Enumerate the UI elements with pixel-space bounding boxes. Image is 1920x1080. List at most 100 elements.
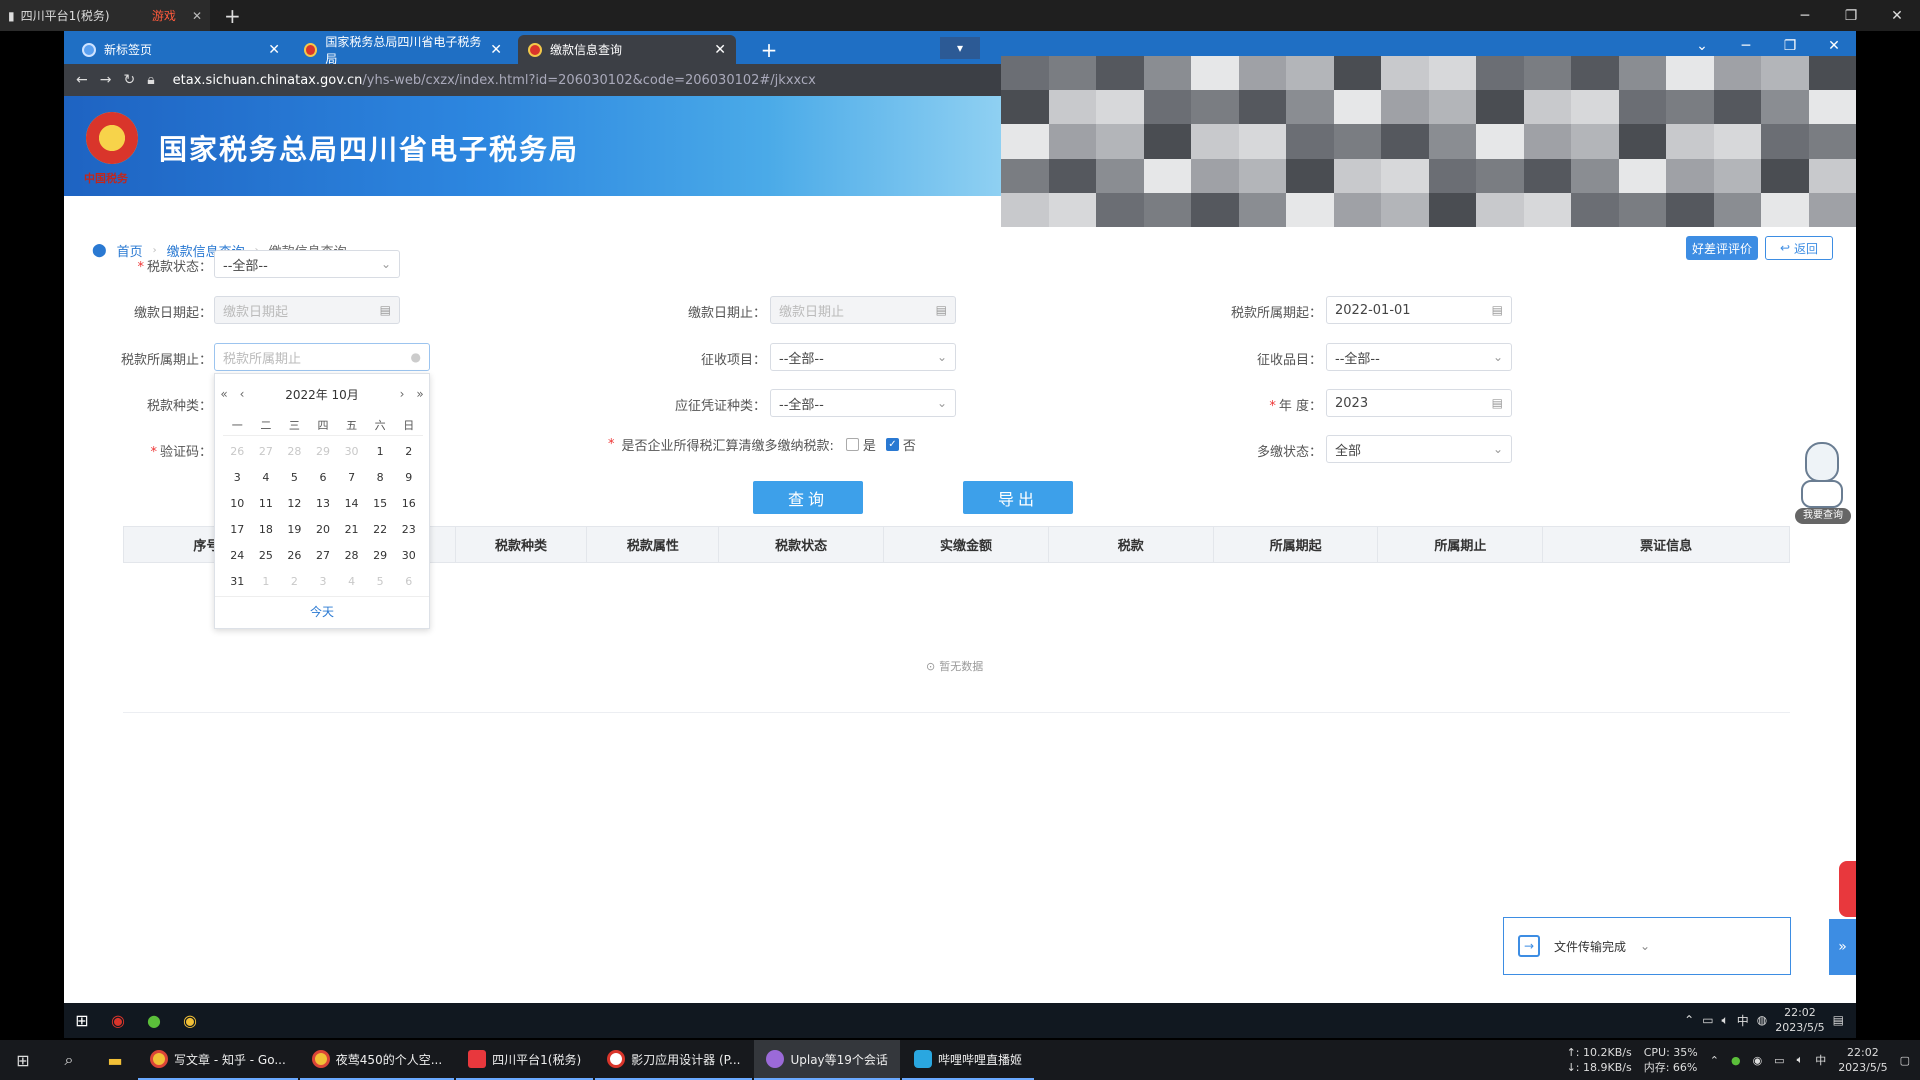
prev-year-icon[interactable]: « [215, 387, 233, 401]
calendar-day[interactable]: 6 [394, 571, 423, 592]
notification-icon[interactable]: ▢ [1900, 1054, 1910, 1067]
minimize-icon[interactable]: ─ [1782, 0, 1828, 31]
date-picker-title[interactable]: 2022年 10月 [251, 386, 393, 403]
app-tray-icon[interactable]: ◍ [1757, 1013, 1767, 1027]
chevron-down-icon[interactable]: ⌄ [1640, 939, 1650, 953]
prev-month-icon[interactable]: ‹ [233, 387, 251, 401]
calendar-day[interactable]: 30 [394, 545, 423, 566]
chrome-icon[interactable]: ◉ [172, 1003, 208, 1038]
column-header[interactable]: 所属期止 [1378, 527, 1544, 562]
column-header[interactable]: 税款属性 [587, 527, 720, 562]
taskbar-app[interactable]: Uplay等19个会话 [754, 1040, 900, 1080]
windows-start-icon[interactable]: ⊞ [64, 1003, 100, 1038]
taskbar-app[interactable]: 影刀应用设计器 (P... [595, 1040, 753, 1080]
chevron-up-icon[interactable]: ⌃ [1684, 1013, 1694, 1027]
next-year-icon[interactable]: » [411, 387, 429, 401]
calendar-day[interactable]: 8 [366, 467, 395, 488]
column-header[interactable]: 所属期起 [1214, 527, 1379, 562]
clock[interactable]: 22:02 2023/5/5 [1838, 1045, 1887, 1075]
calendar-day[interactable]: 5 [366, 571, 395, 592]
calendar-day[interactable]: 1 [366, 441, 395, 462]
calendar-day[interactable]: 2 [280, 571, 309, 592]
network-icon[interactable]: ▭ [1774, 1054, 1784, 1067]
restore-icon[interactable]: ❐ [1828, 0, 1874, 31]
calendar-day[interactable]: 19 [280, 519, 309, 540]
calendar-day[interactable]: 1 [252, 571, 281, 592]
calendar-day[interactable]: 10 [223, 493, 252, 514]
calendar-day[interactable]: 18 [252, 519, 281, 540]
notification-icon[interactable]: ▤ [1833, 1013, 1844, 1027]
checkbox-yes[interactable] [845, 438, 859, 451]
calendar-day[interactable]: 26 [223, 441, 252, 462]
calendar-day[interactable]: 12 [280, 493, 309, 514]
calendar-day[interactable]: 2 [394, 441, 423, 462]
windows-start-icon[interactable]: ⊞ [0, 1040, 46, 1080]
calendar-day[interactable]: 6 [309, 467, 338, 488]
taskbar-app[interactable]: 四川平台1(税务) [456, 1040, 594, 1080]
ime-indicator[interactable]: 中 [1737, 1012, 1749, 1029]
taskbar-app[interactable]: 哔哩哔哩直播姬 [901, 1040, 1034, 1080]
calendar-day[interactable]: 29 [366, 545, 395, 566]
remote-clock[interactable]: 22:02 2023/5/5 [1775, 1005, 1824, 1035]
calendar-day[interactable]: 24 [223, 545, 252, 566]
calendar-day[interactable]: 25 [252, 545, 281, 566]
calendar-day[interactable]: 28 [280, 441, 309, 462]
year-input[interactable]: 2023 ▤ [1326, 389, 1512, 417]
calendar-day[interactable]: 26 [280, 545, 309, 566]
calendar-day[interactable]: 11 [252, 493, 281, 514]
overpay-status-select[interactable]: 全部 ⌄ [1326, 435, 1512, 463]
calendar-day[interactable]: 13 [309, 493, 338, 514]
tab-list-chevron-icon[interactable]: ▾ [940, 37, 980, 59]
forward-arrow-icon[interactable]: → [100, 72, 112, 88]
next-month-icon[interactable]: › [393, 387, 411, 401]
qq-icon[interactable]: ◉ [1753, 1054, 1763, 1067]
volume-icon[interactable]: 🔈︎ [1797, 1053, 1804, 1067]
file-transfer-toast[interactable]: → 文件传输完成 ⌄ [1503, 917, 1791, 975]
calendar-day[interactable]: 27 [309, 545, 338, 566]
period-end-input[interactable]: 税款所属期止 ● [214, 343, 430, 371]
wechat-icon[interactable]: ● [1731, 1054, 1741, 1067]
export-button[interactable]: 导出 [963, 481, 1073, 514]
close-icon[interactable]: ✕ [714, 42, 726, 58]
calendar-day[interactable]: 14 [337, 493, 366, 514]
pay-date-end-input[interactable]: 缴款日期止 ▤ [770, 296, 956, 324]
tab-etax-home[interactable]: 国家税务总局四川省电子税务局 ✕ [294, 35, 512, 66]
expand-panel-button[interactable]: » [1829, 919, 1856, 975]
close-icon[interactable]: ✕ [490, 42, 502, 58]
calendar-day[interactable]: 22 [366, 519, 395, 540]
column-header[interactable]: 税款 [1049, 527, 1214, 562]
period-start-input[interactable]: 2022-01-01 ▤ [1326, 296, 1512, 324]
tax-status-select[interactable]: --全部-- ⌄ [214, 250, 400, 278]
calendar-day[interactable]: 15 [366, 493, 395, 514]
calendar-day[interactable]: 9 [394, 467, 423, 488]
column-header[interactable]: 税款种类 [456, 527, 588, 562]
new-tab-button[interactable]: + [754, 35, 784, 64]
close-icon[interactable]: ✕ [192, 9, 202, 23]
chevron-up-icon[interactable]: ⌃ [1710, 1054, 1719, 1067]
levy-subitem-select[interactable]: --全部-- ⌄ [1326, 343, 1512, 371]
calendar-day[interactable]: 21 [337, 519, 366, 540]
url-field[interactable]: etax.sichuan.chinatax.gov.cn/yhs-web/cxz… [173, 73, 816, 88]
rate-service-button[interactable]: 好差评评价 [1686, 236, 1758, 260]
close-icon[interactable]: ✕ [268, 42, 280, 58]
network-icon[interactable]: ▭ [1702, 1013, 1713, 1027]
calendar-day[interactable]: 30 [337, 441, 366, 462]
assistant-robot[interactable]: 我要查询 [1793, 442, 1851, 526]
calendar-day[interactable]: 5 [280, 467, 309, 488]
ime-indicator[interactable]: 中 [1815, 1052, 1826, 1068]
clear-icon[interactable]: ● [411, 350, 421, 364]
calendar-day[interactable]: 4 [337, 571, 366, 592]
new-session-button[interactable]: + [224, 4, 241, 28]
tab-new-tab[interactable]: 新标签页 ✕ [72, 35, 290, 64]
folder-icon[interactable]: ▬ [92, 1040, 138, 1080]
taskbar-app[interactable]: 夜莺450的个人空... [299, 1040, 455, 1080]
calendar-day[interactable]: 27 [252, 441, 281, 462]
today-link[interactable]: 今天 [215, 596, 429, 620]
calendar-day[interactable]: 7 [337, 467, 366, 488]
column-header[interactable]: 实缴金额 [884, 527, 1049, 562]
remote-session-tab[interactable]: ▮ 四川平台1(税务) 游戏 ✕ [0, 0, 210, 31]
tab-payment-query[interactable]: 缴款信息查询 ✕ [518, 35, 736, 64]
back-button[interactable]: ↩ 返回 [1765, 236, 1833, 260]
calendar-day[interactable]: 17 [223, 519, 252, 540]
query-button[interactable]: 查询 [753, 481, 863, 514]
